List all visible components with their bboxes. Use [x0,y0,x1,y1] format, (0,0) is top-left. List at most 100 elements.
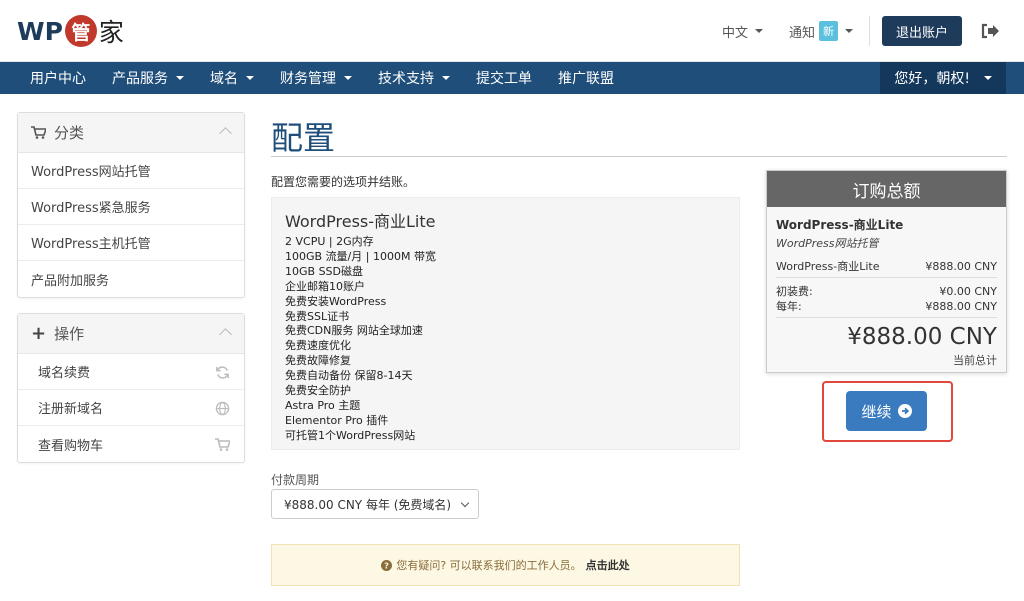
arrow-circle-right-icon [897,404,912,418]
nav-support[interactable]: 技术支持 [365,62,463,94]
logo-text-jia: 家 [98,18,124,47]
order-summary: 订购总额 WordPress-商业Lite WordPress网站托管 Word… [766,170,1007,373]
notifications-label: 通知 [788,25,815,41]
nav-user-center[interactable]: 用户中心 [0,62,99,94]
header-actions: 中文 通知 新 退出账户 [722,0,1024,62]
product-feature: 免费安全防护 [285,384,351,398]
order-summary-title: 订购总额 [767,171,1006,207]
billing-cycle-select[interactable]: ¥888.00 CNY 每年 (免费域名) [271,489,479,519]
product-feature: Astra Pro 主题 [285,398,361,412]
chevron-down-icon [984,76,992,80]
product-feature: 100GB 流量/月 | 1000M 带宽 [285,249,436,263]
chevron-up-icon[interactable] [219,127,232,140]
user-greeting: 您好，朝权! [894,71,970,87]
product-feature: 免费速度优化 [285,339,351,353]
nav-affiliates[interactable]: 推广联盟 [545,62,627,94]
globe-icon [215,401,230,416]
summary-product: WordPress-商业Lite [776,218,904,232]
sidebar-item-label: WordPress主机托管 [31,237,151,252]
summary-divider [776,277,997,278]
continue-button[interactable]: 继续 [846,391,927,431]
billing-cycle-value: ¥888.00 CNY 每年 (免费域名) [284,497,452,512]
product-feature: 免费SSL证书 [285,309,350,323]
summary-line-price: ¥888.00 CNY [925,260,997,273]
summary-total: ¥888.00 CNY [847,324,997,350]
cart-icon [31,126,46,139]
chevron-down-icon [442,76,450,80]
sidebar-item-view-cart[interactable]: 查看购物车 [18,426,244,462]
nav-open-ticket[interactable]: 提交工单 [463,62,545,94]
logo-text-wp: WP [17,16,63,46]
sidebar-item-addons[interactable]: 产品附加服务 [18,261,244,297]
logout-button[interactable]: 退出账户 [881,16,962,46]
continue-label: 继续 [861,402,892,421]
sidebar-item-wp-server[interactable]: WordPress主机托管 [18,225,244,261]
annual-price: ¥888.00 CNY [925,300,997,313]
actions-panel-header[interactable]: + 操作 [18,314,244,354]
svg-text:?: ? [384,560,389,570]
summary-setup: 初装费: ¥0.00 CNY [776,284,997,299]
product-feature: 可托管1个WordPress网站 [285,428,416,442]
help-notice: ? 您有疑问? 可以联系我们的工作人员。 点击此处 [271,544,740,586]
product-feature: 2 VCPU | 2G内存 [285,235,374,248]
summary-annual: 每年: ¥888.00 CNY [776,299,997,314]
nav-label: 推广联盟 [558,71,614,87]
chevron-down-icon [344,76,352,80]
notifications-dropdown[interactable]: 通知 新 [789,21,853,41]
user-menu-dropdown[interactable]: 您好，朝权! [880,62,1006,94]
nav-label: 技术支持 [378,71,434,87]
new-badge: 新 [818,21,838,41]
page-intro: 配置您需要的选项并结账。 [271,175,416,189]
product-feature: 免费CDN服务 网站全球加速 [285,324,423,338]
summary-group: WordPress网站托管 [776,237,879,250]
billing-cycle-label: 付款周期 [271,473,320,487]
sign-out-icon[interactable] [980,22,1000,40]
actions-panel: + 操作 域名续费 注册新域名 查看购物车 [17,313,245,463]
setup-fee-label: 初装费: [776,285,813,298]
nav-billing[interactable]: 财务管理 [267,62,365,94]
sidebar-item-renew-domain[interactable]: 域名续费 [18,354,244,390]
chevron-down-icon [246,76,254,80]
annual-label: 每年: [776,300,802,313]
nav-label: 提交工单 [476,71,532,87]
product-feature: 企业邮箱10账户 [285,279,365,293]
header-divider [868,16,870,46]
nav-label: 用户中心 [30,71,86,87]
title-divider [271,156,1007,157]
sidebar-item-register-domain[interactable]: 注册新域名 [18,390,244,426]
chevron-down-icon [176,76,184,80]
actions-title: 操作 [54,325,85,343]
chevron-down-icon [844,29,853,33]
language-dropdown[interactable]: 中文 [722,22,763,41]
product-feature: Elementor Pro 插件 [285,413,389,427]
nav-products[interactable]: 产品服务 [99,62,197,94]
nav-domains[interactable]: 域名 [197,62,267,94]
sidebar-item-label: WordPress网站托管 [31,165,151,180]
summary-total-note: 当前总计 [953,354,997,367]
product-name: WordPress-商业Lite [285,212,436,231]
chevron-up-icon[interactable] [219,328,232,341]
chevron-down-icon [754,29,763,33]
categories-title: 分类 [54,124,85,142]
sidebar-item-label: 注册新域名 [38,402,104,417]
product-feature: 免费安装WordPress [285,294,387,308]
main-navbar: 用户中心 产品服务 域名 财务管理 技术支持 提交工单 推广联盟 您好，朝权! [0,62,1024,94]
sidebar-item-wp-emergency[interactable]: WordPress紧急服务 [18,189,244,225]
sidebar-item-label: WordPress紧急服务 [31,201,151,216]
product-info-box: WordPress-商业Lite 2 VCPU | 2G内存 100GB 流量/… [271,197,740,450]
refresh-icon [216,366,229,379]
sidebar-item-wp-hosting[interactable]: WordPress网站托管 [18,153,244,189]
site-header: WP 管 家 中文 通知 新 退出账户 [0,0,1024,62]
help-text: 您有疑问? 可以联系我们的工作人员。 [396,559,582,572]
categories-panel-header[interactable]: 分类 [18,113,244,153]
cart-icon [215,438,230,451]
nav-label: 产品服务 [112,71,168,87]
nav-label: 域名 [210,71,238,87]
logo-seal: 管 [64,15,97,47]
help-link[interactable]: 点击此处 [586,557,630,573]
language-label: 中文 [721,25,748,41]
summary-line-label: WordPress-商业Lite [776,260,880,273]
site-logo[interactable]: WP 管 家 [17,14,124,48]
question-circle-icon: ? [381,559,393,571]
product-feature: 免费故障修复 [285,354,351,368]
